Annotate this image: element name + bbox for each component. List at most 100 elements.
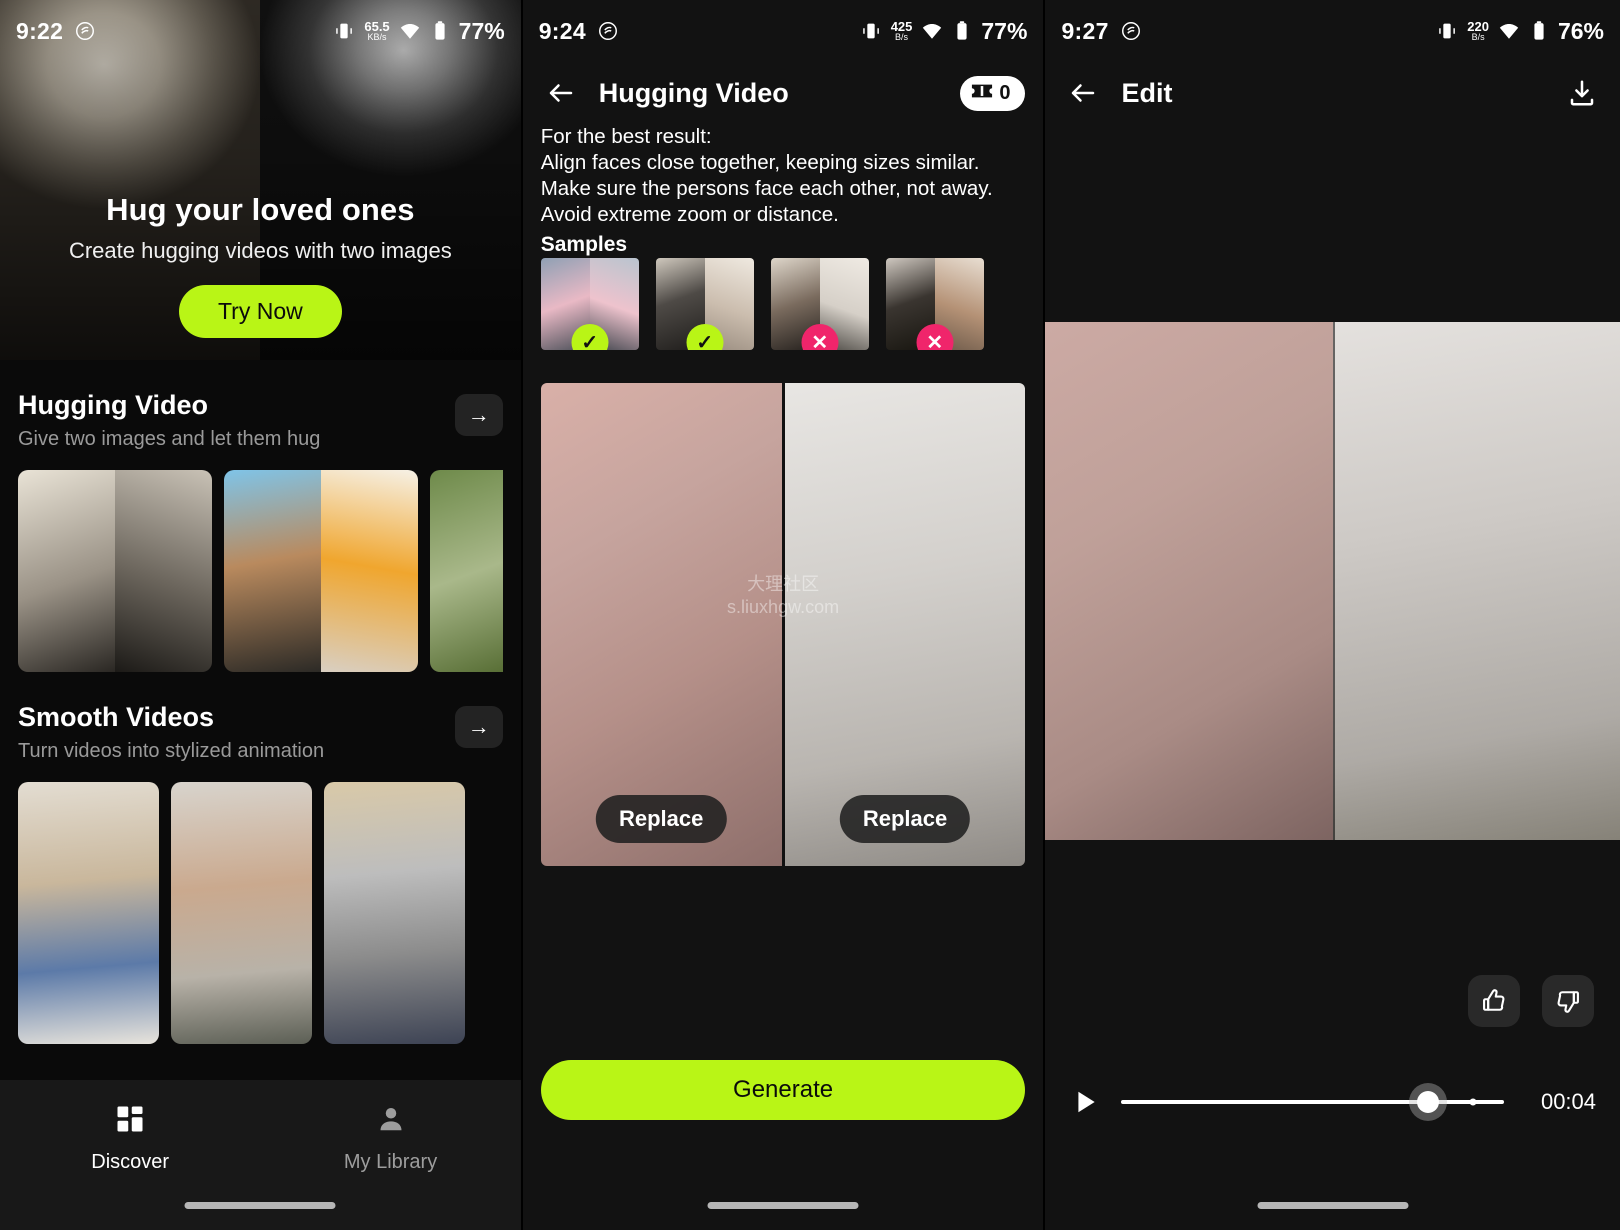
- tips-block: For the best result: Align faces close t…: [541, 124, 1026, 228]
- status-left-2: 9:24: [539, 18, 619, 45]
- back-arrow-icon[interactable]: [541, 73, 581, 113]
- section-title: Smooth Videos: [18, 702, 215, 732]
- page-title: Edit: [1121, 77, 1173, 108]
- bottom-navigation: Discover My Library: [0, 1080, 521, 1230]
- status-bar-1: 9:22 65.5 KB/s 77%: [0, 0, 521, 62]
- list-item[interactable]: [18, 470, 212, 672]
- sample-thumbnail[interactable]: ✓: [655, 258, 754, 350]
- battery-icon: [952, 20, 972, 42]
- app-bar-edit: Edit: [1045, 62, 1620, 124]
- vibrate-icon: [860, 20, 882, 42]
- battery-icon: [1529, 20, 1549, 42]
- seek-track: [1121, 1100, 1505, 1104]
- status-bar-3: 9:27 220 B/s 76%: [1045, 0, 1620, 62]
- tip-line: Make sure the persons face each other, n…: [540, 177, 993, 201]
- home-indicator: [707, 1202, 859, 1209]
- editor-pane-right[interactable]: Replace: [784, 383, 1026, 866]
- list-item[interactable]: [224, 470, 418, 672]
- grid-icon: [115, 1104, 145, 1139]
- app-bar-hugging-video: Hugging Video 0: [523, 62, 1044, 124]
- battery-percent: 77%: [458, 17, 505, 44]
- video-seam: [1332, 322, 1335, 840]
- list-item[interactable]: [430, 470, 503, 672]
- samples-list: ✓ ✓ ✕ ✕: [540, 258, 1026, 350]
- seek-knob[interactable]: [1416, 1091, 1439, 1113]
- list-item[interactable]: [324, 782, 465, 1044]
- seek-slider[interactable]: [1121, 1089, 1505, 1115]
- panel-edit-result: 9:27 220 B/s 76% Edit 00:04: [1045, 0, 1620, 1230]
- three-panel-screenshot: 9:22 65.5 KB/s 77% Hug your loved ones C…: [0, 0, 1620, 1230]
- section-text: Smooth Videos Turn videos into stylized …: [18, 702, 455, 763]
- smooth-videos-carousel[interactable]: [18, 782, 503, 1044]
- status-left-3: 9:27: [1061, 18, 1141, 45]
- play-icon[interactable]: [1069, 1087, 1103, 1117]
- video-frame-right: [1332, 322, 1620, 840]
- seek-endpoint-dot: [1469, 1098, 1477, 1106]
- list-item[interactable]: [171, 782, 312, 1044]
- shazam-icon: [1120, 20, 1142, 42]
- panel-discover: 9:22 65.5 KB/s 77% Hug your loved ones C…: [0, 0, 521, 1230]
- status-left-1: 9:22: [16, 18, 96, 45]
- status-time: 9:27: [1061, 17, 1109, 44]
- video-result-player[interactable]: [1045, 322, 1620, 840]
- section-header: Hugging Video Give two images and let th…: [18, 390, 503, 451]
- thumb-left: [18, 470, 115, 672]
- page-title: Hugging Video: [598, 77, 789, 108]
- section-text: Hugging Video Give two images and let th…: [18, 390, 455, 451]
- section-hugging-video: Hugging Video Give two images and let th…: [0, 360, 521, 672]
- editor-pane-left[interactable]: Replace: [540, 383, 782, 866]
- nav-item-discover[interactable]: Discover: [0, 1104, 260, 1174]
- playback-time: 00:04: [1540, 1089, 1597, 1114]
- thumbs-down-icon[interactable]: [1542, 975, 1595, 1027]
- hugging-video-carousel[interactable]: [18, 470, 503, 672]
- thumb-left: [224, 470, 321, 672]
- status-time: 9:24: [538, 17, 586, 44]
- section-subtitle: Turn videos into stylized animation: [18, 740, 325, 762]
- ticket-icon: [971, 82, 993, 105]
- status-right-1: 65.5 KB/s 77%: [333, 17, 505, 45]
- sample-thumbnail[interactable]: ✓: [540, 258, 639, 350]
- thumb-right: [115, 470, 212, 672]
- network-speed: 425 B/s: [890, 19, 913, 42]
- battery-percent: 76%: [1557, 17, 1605, 44]
- reaction-buttons: [1468, 975, 1595, 1027]
- sample-thumbnail[interactable]: ✕: [770, 258, 869, 350]
- section-more-arrow-hugging[interactable]: →: [454, 394, 503, 436]
- status-time: 9:22: [16, 17, 64, 44]
- wifi-icon: [1498, 20, 1520, 42]
- thumb-left: [430, 470, 503, 672]
- section-more-arrow-smooth[interactable]: →: [454, 706, 503, 748]
- list-item[interactable]: [18, 782, 159, 1044]
- vibrate-icon: [1436, 20, 1458, 42]
- shazam-icon: [74, 20, 96, 42]
- battery-icon: [430, 20, 450, 42]
- try-now-button[interactable]: Try Now: [178, 285, 342, 338]
- status-bar-2: 9:24 425 B/s 77%: [523, 0, 1044, 62]
- person-icon: [376, 1104, 406, 1139]
- samples-label: Samples: [540, 233, 628, 256]
- nav-item-my-library[interactable]: My Library: [260, 1104, 520, 1174]
- wifi-icon: [921, 20, 943, 42]
- wifi-icon: [399, 20, 421, 42]
- section-subtitle: Give two images and let them hug: [18, 428, 321, 450]
- hero-subtitle: Create hugging videos with two images: [68, 238, 452, 263]
- replace-right-button[interactable]: Replace: [839, 795, 971, 843]
- section-smooth-videos: Smooth Videos Turn videos into stylized …: [0, 672, 521, 1044]
- video-frame-left: [1045, 322, 1333, 840]
- credits-badge[interactable]: 0: [960, 75, 1026, 111]
- status-right-2: 425 B/s 77%: [860, 18, 1027, 45]
- nav-label-discover: Discover: [91, 1151, 170, 1173]
- image-editor-preview: Replace Replace 大理社区 s.liuxhgw.com: [540, 383, 1026, 866]
- thumbs-up-icon[interactable]: [1468, 975, 1521, 1027]
- back-arrow-icon[interactable]: [1063, 73, 1103, 113]
- shazam-icon: [597, 20, 619, 42]
- tip-line: Avoid extreme zoom or distance.: [540, 203, 839, 227]
- sample-thumbnail[interactable]: ✕: [885, 258, 984, 350]
- tip-line: Align faces close together, keeping size…: [540, 151, 980, 175]
- download-icon[interactable]: [1562, 73, 1602, 113]
- hero-title: Hug your loved ones: [106, 192, 415, 227]
- thumb-right: [321, 470, 418, 672]
- home-indicator: [1257, 1202, 1409, 1209]
- generate-button[interactable]: Generate: [540, 1060, 1026, 1120]
- replace-left-button[interactable]: Replace: [595, 795, 727, 843]
